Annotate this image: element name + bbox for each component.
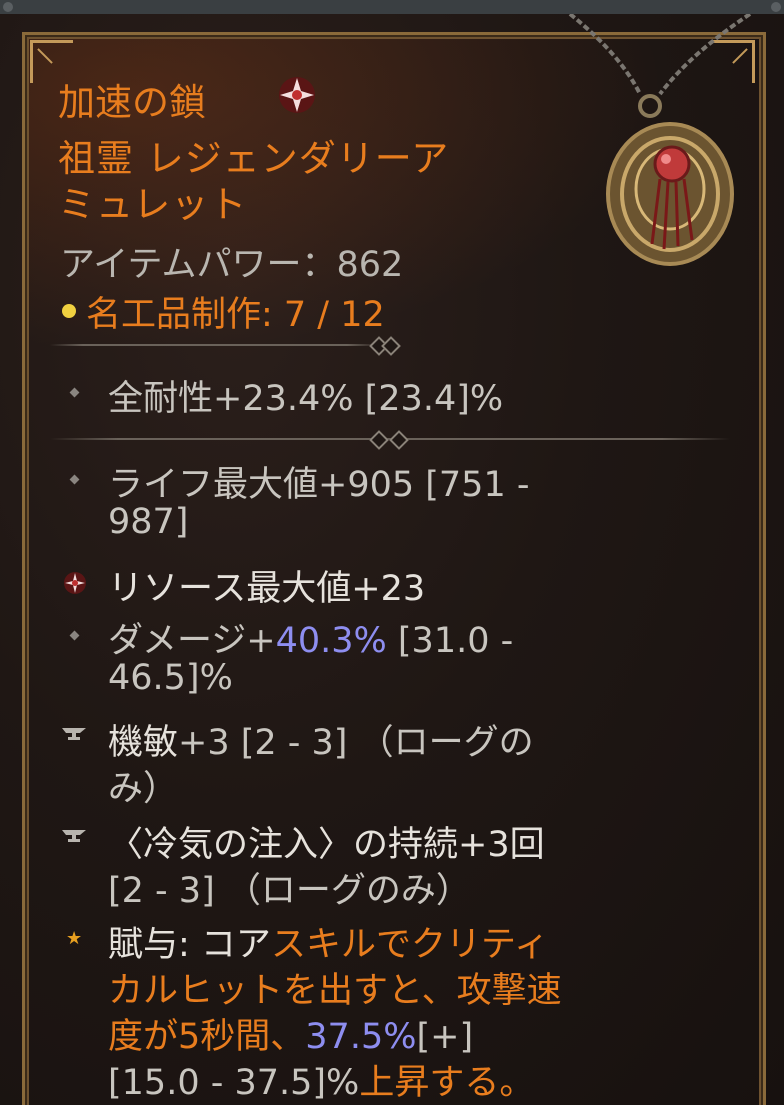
- aspect-line: [15.0 - 37.5]%上昇する。: [108, 1054, 534, 1105]
- item-type-line: ミュレット: [58, 183, 248, 226]
- affix-line: 987]: [108, 502, 189, 542]
- affix-label: ダメージ+: [108, 621, 276, 661]
- aspect-line: 度が5秒間、37.5%[+]: [108, 1008, 473, 1059]
- affix-line: 46.5]%: [108, 658, 233, 698]
- affix-line: リソース最大値+23: [108, 569, 426, 609]
- aspect-value: 37.5%: [305, 1017, 417, 1057]
- aspect-label: 賦与:: [108, 925, 201, 965]
- aspect-text: 度が5秒間、: [108, 1017, 306, 1057]
- masterwork-rank: 名工品制作: 7 / 12: [86, 295, 385, 335]
- amulet-icon: [568, 14, 752, 266]
- aspect-range: [15.0 - 37.5]%: [108, 1063, 360, 1103]
- affix-line: [2 - 3] （ローグのみ）: [108, 871, 471, 911]
- affix-range: +3 [2 - 3] （ローグの: [178, 723, 534, 763]
- aspect-line: 賦与: コアスキルでクリティ: [108, 916, 549, 967]
- anvil-icon: [62, 830, 86, 842]
- aspect-text: コア: [200, 925, 271, 965]
- frame-stud: [3, 2, 13, 12]
- item-name: 加速の鎖: [58, 81, 206, 124]
- item-power: アイテムパワー：862: [60, 245, 404, 285]
- divider: [50, 344, 380, 346]
- star-icon: ★: [66, 928, 83, 949]
- affix-line: 〈冷気の注入〉の持続+3回: [108, 825, 545, 865]
- aspect-line: カルヒットを出すと、攻撃速: [108, 971, 562, 1011]
- affix-line: ライフ最大値+905 [751 -: [108, 465, 530, 505]
- item-tooltip: 加速の鎖 祖霊 レジェンダリーア ミュレット アイテムパワー：862 名工品制作…: [0, 14, 784, 1105]
- window-top-bar: [0, 0, 784, 14]
- implicit-affix: 全耐性+23.4% [23.4]%: [108, 379, 504, 419]
- masterwork-dot-icon: [62, 304, 76, 318]
- resource-gem-icon: [64, 572, 86, 594]
- affix-value: 40.3%: [275, 621, 387, 661]
- anvil-icon: [62, 728, 86, 740]
- affix-line: み）: [108, 769, 179, 809]
- resource-gem-icon: [279, 77, 315, 113]
- affix-line: ダメージ+40.3% [31.0 -: [108, 612, 513, 663]
- frame-stud: [771, 2, 781, 12]
- aspect-text: スキルでクリティ: [270, 925, 549, 965]
- affix-label: 機敏: [108, 723, 179, 763]
- affix-line: 機敏+3 [2 - 3] （ローグの: [108, 714, 534, 765]
- affix-range: [31.0 -: [386, 621, 514, 661]
- aspect-text: 上昇する。: [359, 1063, 535, 1103]
- aspect-range: [+]: [416, 1017, 474, 1057]
